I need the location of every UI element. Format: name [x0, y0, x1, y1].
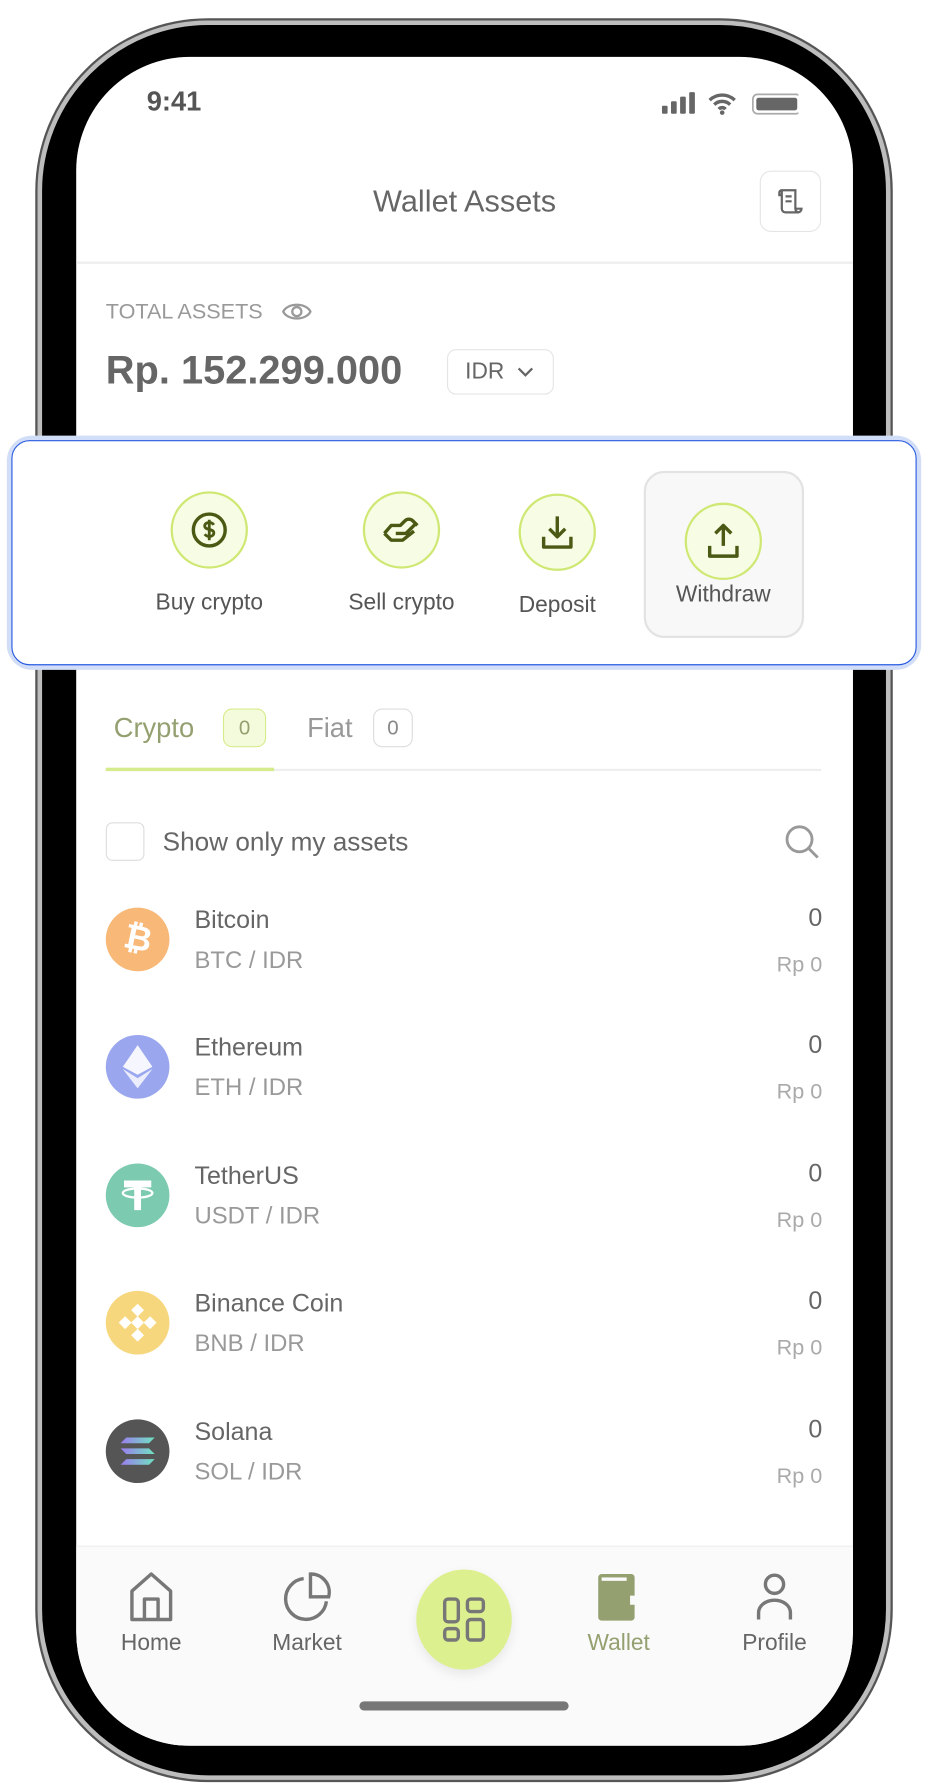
asset-name: Bitcoin	[194, 905, 270, 934]
total-amount: Rp. 152.299.000	[105, 348, 403, 393]
pie-chart-icon	[283, 1572, 331, 1622]
upload-icon	[707, 523, 739, 558]
eye-icon[interactable]	[282, 299, 312, 324]
nav-label: Home	[120, 1630, 182, 1656]
tab-crypto[interactable]: Crypto	[114, 713, 194, 745]
active-tab-underline	[105, 767, 275, 772]
asset-name: Solana	[194, 1417, 273, 1446]
withdraw-circle	[684, 502, 762, 581]
asset-name: TetherUS	[194, 1161, 299, 1190]
hand-icon	[383, 517, 419, 542]
asset-pair: BNB / IDR	[194, 1330, 305, 1357]
chevron-down-icon	[518, 367, 534, 377]
download-icon	[541, 516, 573, 549]
phone-screen: 9:41 Wallet Assets TOTAL ASSETS Rp. 152.…	[76, 56, 853, 1746]
asset-amount: 0	[808, 903, 823, 932]
action-label: Deposit	[518, 592, 596, 618]
fiat-count-badge: 0	[373, 708, 413, 748]
binance-icon	[105, 1290, 170, 1355]
asset-name: Binance Coin	[194, 1288, 344, 1317]
bottom-nav: Home Market Wallet Profile	[76, 1545, 853, 1746]
asset-pair: USDT / IDR	[194, 1203, 321, 1230]
center-dashboard-button[interactable]	[416, 1569, 512, 1670]
crypto-count-badge: 0	[222, 708, 267, 748]
asset-pair: BTC / IDR	[194, 947, 304, 974]
asset-row-ethereum[interactable]: Ethereum ETH / IDR 0 Rp 0	[105, 1030, 823, 1137]
receipt-button[interactable]	[759, 170, 822, 233]
asset-value: Rp 0	[776, 1080, 823, 1105]
action-label: Sell crypto	[348, 590, 455, 616]
currency-value: IDR	[465, 358, 505, 384]
receipt-icon	[778, 189, 803, 214]
asset-amount: 0	[808, 1414, 823, 1444]
asset-amount: 0	[808, 1158, 823, 1188]
total-assets-label: TOTAL ASSETS	[105, 300, 263, 325]
header-divider	[76, 261, 853, 264]
buy-circle	[170, 491, 248, 569]
currency-dropdown[interactable]: IDR	[446, 349, 554, 395]
quick-actions-panel: Buy crypto Sell crypto Deposit Withdraw	[11, 440, 917, 666]
deposit-circle	[518, 493, 596, 571]
show-my-assets-checkbox[interactable]	[105, 822, 145, 861]
nav-wallet[interactable]: Wallet	[562, 1547, 676, 1657]
action-label: Buy crypto	[155, 590, 263, 616]
nav-market[interactable]: Market	[250, 1547, 364, 1657]
dollar-circle-icon	[191, 512, 227, 548]
sell-circle	[362, 491, 441, 569]
tether-icon	[105, 1163, 170, 1228]
asset-name: Ethereum	[194, 1032, 303, 1062]
show-my-assets-label: Show only my assets	[162, 826, 409, 857]
page-title: Wallet Assets	[372, 184, 557, 219]
status-time: 9:41	[146, 86, 202, 118]
nav-label: Market	[272, 1630, 342, 1656]
asset-amount: 0	[808, 1030, 823, 1059]
asset-value: Rp 0	[776, 1464, 823, 1489]
asset-row-binance[interactable]: Binance Coin BNB / IDR 0 Rp 0	[105, 1286, 823, 1393]
user-icon	[756, 1573, 793, 1620]
asset-row-solana[interactable]: Solana SOL / IDR 0 Rp 0	[105, 1415, 823, 1521]
asset-pair: SOL / IDR	[194, 1459, 303, 1486]
nav-label: Wallet	[587, 1630, 650, 1656]
wallet-icon	[598, 1574, 635, 1621]
solana-icon	[105, 1419, 170, 1484]
home-icon	[130, 1572, 173, 1622]
action-label: Withdraw	[675, 582, 771, 608]
nav-label: Profile	[742, 1630, 807, 1656]
status-icons	[661, 92, 799, 115]
nav-profile[interactable]: Profile	[718, 1547, 832, 1657]
home-indicator	[359, 1701, 569, 1711]
asset-row-tether[interactable]: TetherUS USDT / IDR 0 Rp 0	[105, 1159, 823, 1265]
bitcoin-icon: ₿	[105, 907, 170, 972]
asset-value: Rp 0	[776, 1208, 823, 1233]
grid-icon	[442, 1597, 486, 1642]
asset-pair: ETH / IDR	[194, 1074, 304, 1101]
search-icon[interactable]	[784, 823, 820, 859]
asset-value: Rp 0	[776, 953, 823, 977]
ethereum-icon	[105, 1034, 170, 1099]
asset-value: Rp 0	[776, 1336, 823, 1361]
asset-row-bitcoin[interactable]: ₿ Bitcoin BTC / IDR 0 Rp 0	[105, 903, 823, 1010]
nav-home[interactable]: Home	[94, 1547, 208, 1657]
asset-amount: 0	[808, 1286, 823, 1315]
tab-fiat[interactable]: Fiat	[307, 713, 353, 745]
